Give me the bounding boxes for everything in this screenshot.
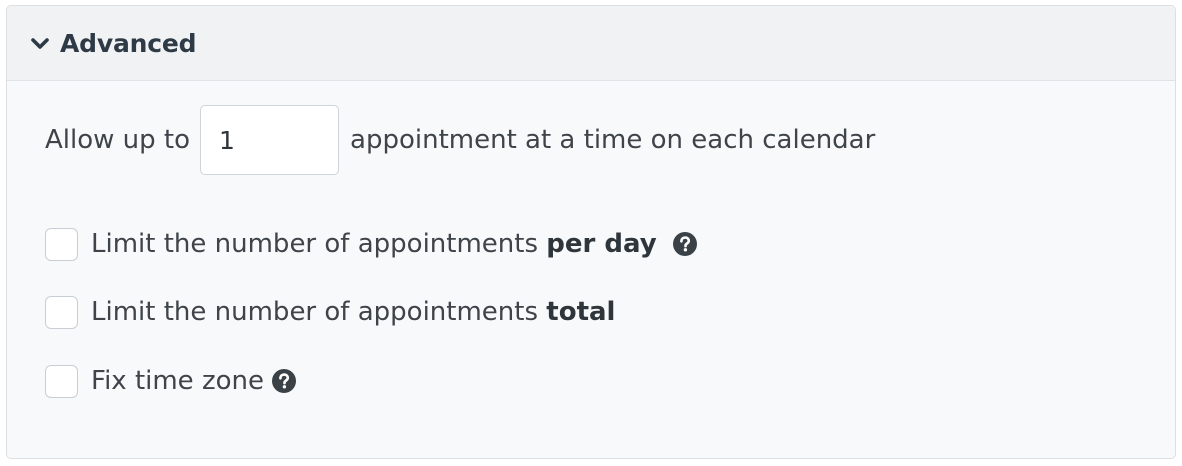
section-title: Advanced: [60, 28, 197, 58]
limit-per-day-checkbox[interactable]: [45, 227, 78, 261]
fix-time-zone-checkbox[interactable]: [45, 364, 78, 398]
limit-total-option[interactable]: Limit the number of appointments total: [45, 295, 615, 329]
limit-total-checkbox[interactable]: [45, 295, 78, 329]
concurrency-suffix: appointment at a time on each calendar: [350, 125, 876, 155]
concurrency-input[interactable]: [200, 105, 340, 175]
advanced-toggle[interactable]: Advanced: [7, 6, 1175, 81]
fix-time-zone-label: Fix time zone: [91, 366, 264, 396]
fix-time-zone-option[interactable]: Fix time zone: [45, 364, 296, 398]
question-circle-icon[interactable]: [271, 369, 296, 393]
chevron-down-icon: [31, 35, 49, 53]
concurrency-row: Allow up to appointment at a time on eac…: [45, 105, 875, 175]
concurrency-prefix: Allow up to: [45, 125, 191, 155]
limit-per-day-label: Limit the number of appointments per day: [91, 229, 657, 259]
advanced-body: Allow up to appointment at a time on eac…: [7, 81, 1175, 458]
advanced-panel: Advanced Allow up to appointment at a ti…: [6, 5, 1176, 459]
limit-per-day-option[interactable]: Limit the number of appointments per day: [45, 227, 697, 261]
limit-total-label: Limit the number of appointments total: [91, 297, 616, 327]
question-circle-icon[interactable]: [672, 232, 697, 256]
